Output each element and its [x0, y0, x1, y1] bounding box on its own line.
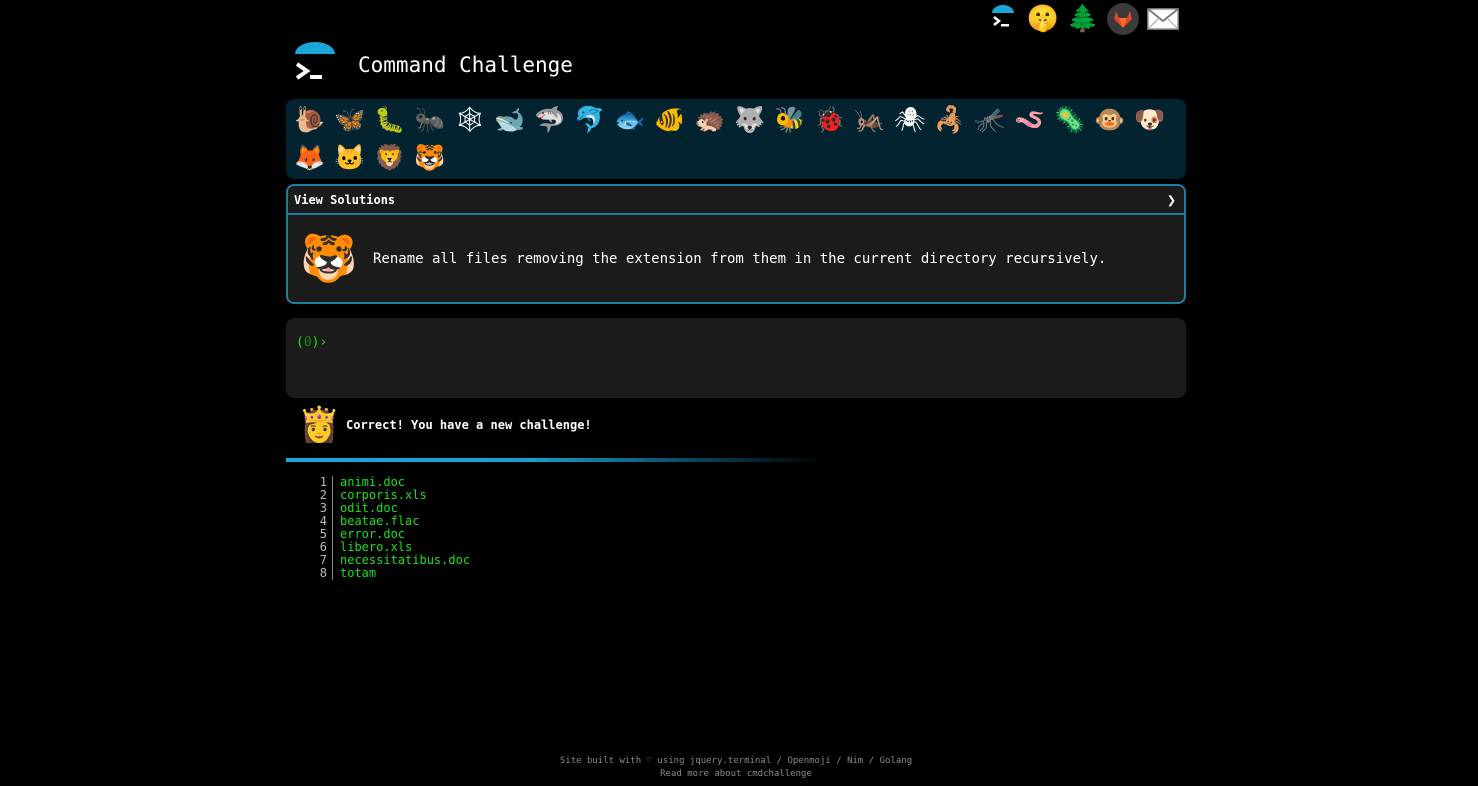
footer-link-jquery-terminal[interactable]: jquery.terminal: [690, 756, 771, 766]
challenge-emoji-icon[interactable]: 🦋: [330, 101, 370, 139]
challenge-emoji-icon[interactable]: 🕸: [450, 101, 490, 139]
result-text: Correct! You have a new challenge!: [346, 418, 592, 432]
challenge-emoji-icon[interactable]: 🦈: [530, 101, 570, 139]
file-row: 8 totam: [314, 567, 470, 580]
chevron-right-icon[interactable]: ❯: [1167, 191, 1176, 209]
challenge-emoji-icon[interactable]: 🐌: [290, 101, 330, 139]
envelope-icon[interactable]: [1146, 2, 1180, 36]
terminal[interactable]: (0)›: [286, 318, 1186, 398]
challenge-emoji-icon[interactable]: 🐺: [730, 101, 770, 139]
footer-link-openmoji[interactable]: Openmoji: [787, 756, 830, 766]
view-solutions-label: View Solutions: [294, 192, 396, 207]
progress-bar: [286, 458, 826, 462]
footer-separator: /: [771, 756, 788, 766]
view-solutions-toggle[interactable]: View Solutions ❯: [288, 186, 1184, 215]
footer-link-golang[interactable]: Golang: [880, 756, 913, 766]
challenge-emoji-icon[interactable]: 🦁: [370, 139, 410, 177]
page-header: Command Challenge: [290, 42, 573, 88]
challenge-emoji-icon[interactable]: 🕷: [890, 101, 930, 139]
challenge-emoji-icon[interactable]: 🐬: [570, 101, 610, 139]
footer: Site built with ♡ using jquery.terminal …: [0, 755, 1472, 781]
challenge-emoji-icon[interactable]: 🦂: [930, 101, 970, 139]
gitlab-icon[interactable]: [1106, 2, 1140, 36]
prompt-open: (: [296, 335, 304, 350]
challenge-emoji-icon[interactable]: 🐯: [410, 139, 450, 177]
footer-separator: /: [863, 756, 880, 766]
challenge-emoji-icon[interactable]: 🐵: [1090, 101, 1130, 139]
challenge-emoji-icon[interactable]: 🦔: [690, 101, 730, 139]
challenge-description: Rename all files removing the extension …: [373, 250, 1107, 267]
line-number: 8: [319, 566, 327, 580]
file-row: 7 necessitatibus.doc: [314, 554, 470, 567]
prompt-count: 0: [303, 335, 312, 350]
challenge-emoji-icon[interactable]: 🐋: [490, 101, 530, 139]
prompt-close: )›: [311, 335, 328, 350]
challenge-emoji-icon[interactable]: 🐠: [650, 101, 690, 139]
challenge-emoji-icon[interactable]: 🐝: [770, 101, 810, 139]
challenge-body: 🐯 Rename all files removing the extensio…: [288, 215, 1184, 302]
terminal-prompt[interactable]: (0)›: [296, 335, 1176, 350]
challenge-emoji-icon[interactable]: 🦗: [850, 101, 890, 139]
challenge-emoji-icon[interactable]: 🐞: [810, 101, 850, 139]
princess-icon: 👸: [298, 405, 341, 445]
challenge-emoji-icon[interactable]: 🐜: [410, 101, 450, 139]
result-message: 👸 Correct! You have a new challenge!: [298, 405, 592, 445]
challenge-emoji-icon[interactable]: 🐱: [330, 139, 370, 177]
challenge-emoji-icon[interactable]: 🐶: [1130, 101, 1170, 139]
top-nav: 🤫 🌲: [986, 2, 1180, 36]
tree-icon[interactable]: 🌲: [1066, 2, 1100, 36]
challenge-emoji-icon[interactable]: 🦟: [970, 101, 1010, 139]
challenge-emoji-icon[interactable]: 🐟: [610, 101, 650, 139]
footer-read-more-link[interactable]: Read more about cmdchallenge: [0, 768, 1472, 781]
cmdchallenge-icon[interactable]: [986, 2, 1020, 36]
challenge-emoji-icon[interactable]: 🪱: [1010, 101, 1050, 139]
file-list: 1 animi.doc 2 corporis.xls 3 odit.doc 4 beatae.…: [314, 476, 470, 580]
terminal-logo-icon[interactable]: [290, 42, 340, 88]
challenge-emoji-icon[interactable]: 🦠: [1050, 101, 1090, 139]
challenge-selector-bar: 🐌 🦋 🐛 🐜 🕸 🐋 🦈 🐬 🐟 🐠 🦔 🐺 🐝 🐞 🦗 🕷 🦂 🦟 🪱 🦠 🐵 🐶 🦊 🐱 🦁 🐯: [286, 99, 1186, 179]
footer-link-nim[interactable]: Nim: [847, 756, 863, 766]
footer-prefix: Site built with ♡ using: [559, 756, 690, 766]
page-title: Command Challenge: [358, 53, 573, 77]
challenge-emoji-icon[interactable]: 🐛: [370, 101, 410, 139]
challenge-emoji-icon[interactable]: 🦊: [290, 139, 330, 177]
shushing-face-icon[interactable]: 🤫: [1026, 2, 1060, 36]
challenge-panel: View Solutions ❯ 🐯 Rename all files remo…: [286, 184, 1186, 304]
file-name: totam: [332, 567, 376, 580]
footer-separator: /: [830, 756, 848, 766]
tiger-icon: 🐯: [300, 231, 358, 285]
footer-line-1: Site built with ♡ using jquery.terminal …: [0, 755, 1472, 768]
